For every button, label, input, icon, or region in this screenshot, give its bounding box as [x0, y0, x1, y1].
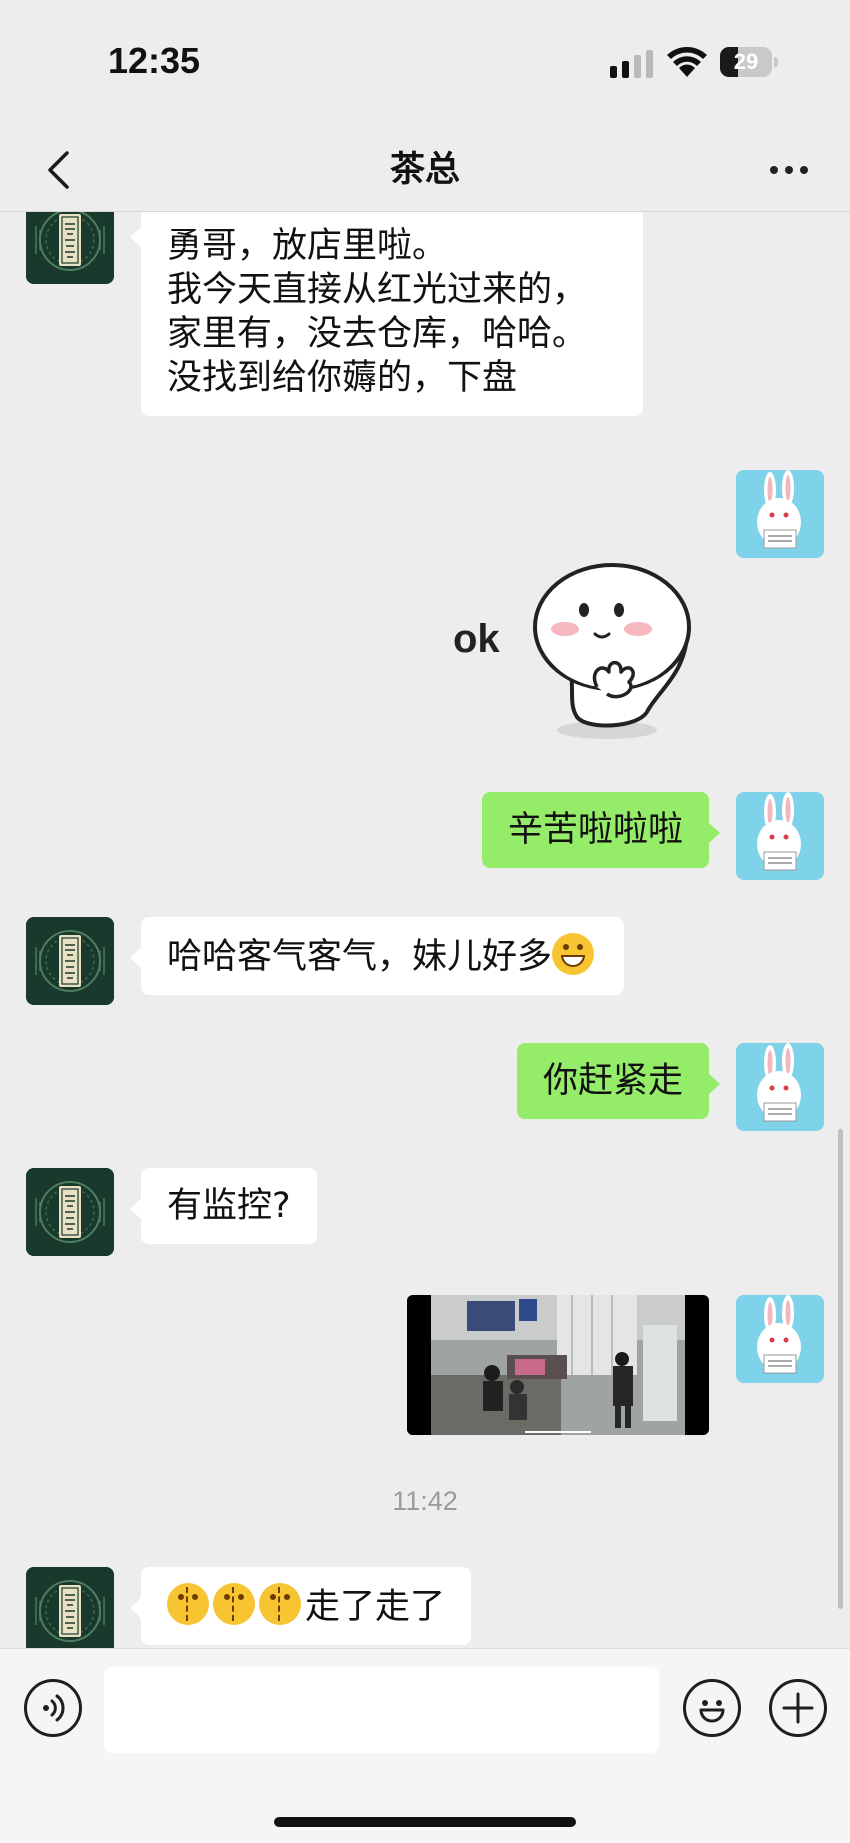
back-button[interactable] [30, 142, 86, 198]
sticker-text: ok [453, 617, 500, 661]
message-text: 有监控? [167, 1186, 291, 1226]
message-bubble-outgoing[interactable]: 你赶紧走 [516, 1043, 721, 1119]
message-text-line: 家里有，没去仓库，哈哈。 [167, 314, 588, 354]
voice-icon [43, 1694, 65, 1722]
emoji-button[interactable] [683, 1679, 741, 1737]
surveillance-video-thumbnail [407, 1295, 709, 1435]
my-avatar[interactable] [736, 1043, 824, 1131]
shop-logo-icon [26, 1168, 114, 1256]
wifi-icon [667, 47, 707, 77]
rabbit-avatar-icon [736, 1295, 824, 1383]
my-avatar[interactable] [736, 792, 824, 880]
message-bubble-incoming[interactable]: 有监控? [130, 1168, 317, 1244]
battery-icon: 29 [720, 47, 778, 77]
ok-sticker[interactable]: ok [447, 512, 707, 742]
chat-title: 茶总 [389, 150, 460, 190]
grin-emoji [552, 933, 595, 975]
contact-avatar[interactable] [26, 212, 114, 284]
input-bar [0, 1648, 850, 1843]
rabbit-avatar-icon [736, 1043, 824, 1131]
shop-logo-icon [26, 917, 114, 1005]
message-list[interactable]: 勇哥，放店里啦。 我今天直接从红光过来的， 家里有，没去仓库，哈哈。 没找到给你… [0, 212, 850, 1648]
message-text: 哈哈客气客气，妹儿好多 [167, 937, 553, 977]
my-avatar[interactable] [736, 1295, 824, 1383]
video-message[interactable] [407, 1295, 709, 1435]
message-text-line: 我今天直接从红光过来的， [167, 270, 588, 310]
message-text: 走了走了 [305, 1587, 446, 1627]
message-bubble-incoming[interactable]: 走了走了 [129, 1567, 472, 1645]
cellular-signal-icon [610, 50, 653, 78]
smiley-icon [699, 1700, 725, 1723]
message-bubble-incoming[interactable]: 勇哥，放店里啦。 我今天直接从红光过来的， 家里有，没去仓库，哈哈。 没找到给你… [130, 212, 643, 416]
status-time: 12:35 [108, 40, 201, 81]
my-avatar[interactable] [736, 470, 824, 558]
crying-laughing-emoji [167, 1583, 209, 1625]
contact-avatar[interactable] [26, 1168, 114, 1256]
message-bubble-outgoing[interactable]: 辛苦啦啦啦 [481, 792, 721, 868]
contact-avatar[interactable] [26, 917, 114, 1005]
status-bar: 12:35 29 [0, 0, 850, 130]
message-input[interactable] [104, 1667, 659, 1753]
more-options-button[interactable] [760, 144, 818, 196]
more-dots-icon [770, 166, 778, 174]
rabbit-avatar-icon [736, 470, 824, 558]
crying-laughing-emoji [213, 1583, 255, 1625]
voice-input-button[interactable] [24, 1679, 82, 1737]
shop-logo-icon [26, 212, 114, 284]
message-text: 辛苦啦啦啦 [507, 810, 683, 850]
message-bubble-incoming[interactable]: 哈哈客气客气，妹儿好多 [129, 917, 625, 995]
message-timestamp: 11:42 [392, 1486, 458, 1516]
plus-icon [782, 1692, 814, 1724]
message-text-line: 没找到给你薅的，下盘 [167, 358, 518, 398]
message-text-line: 勇哥，放店里啦。 [167, 226, 448, 266]
message-text: 你赶紧走 [542, 1061, 683, 1101]
contact-avatar[interactable] [26, 1567, 114, 1648]
more-actions-button[interactable] [769, 1679, 827, 1737]
battery-level: 29 [733, 49, 759, 74]
chevron-left-icon [48, 151, 69, 189]
crying-laughing-emoji [259, 1583, 301, 1625]
home-indicator[interactable] [274, 1817, 576, 1827]
rabbit-avatar-icon [736, 792, 824, 880]
chat-header: 茶总 [0, 130, 850, 212]
scrollbar-thumb[interactable] [838, 1129, 843, 1609]
shop-logo-icon [26, 1567, 114, 1648]
